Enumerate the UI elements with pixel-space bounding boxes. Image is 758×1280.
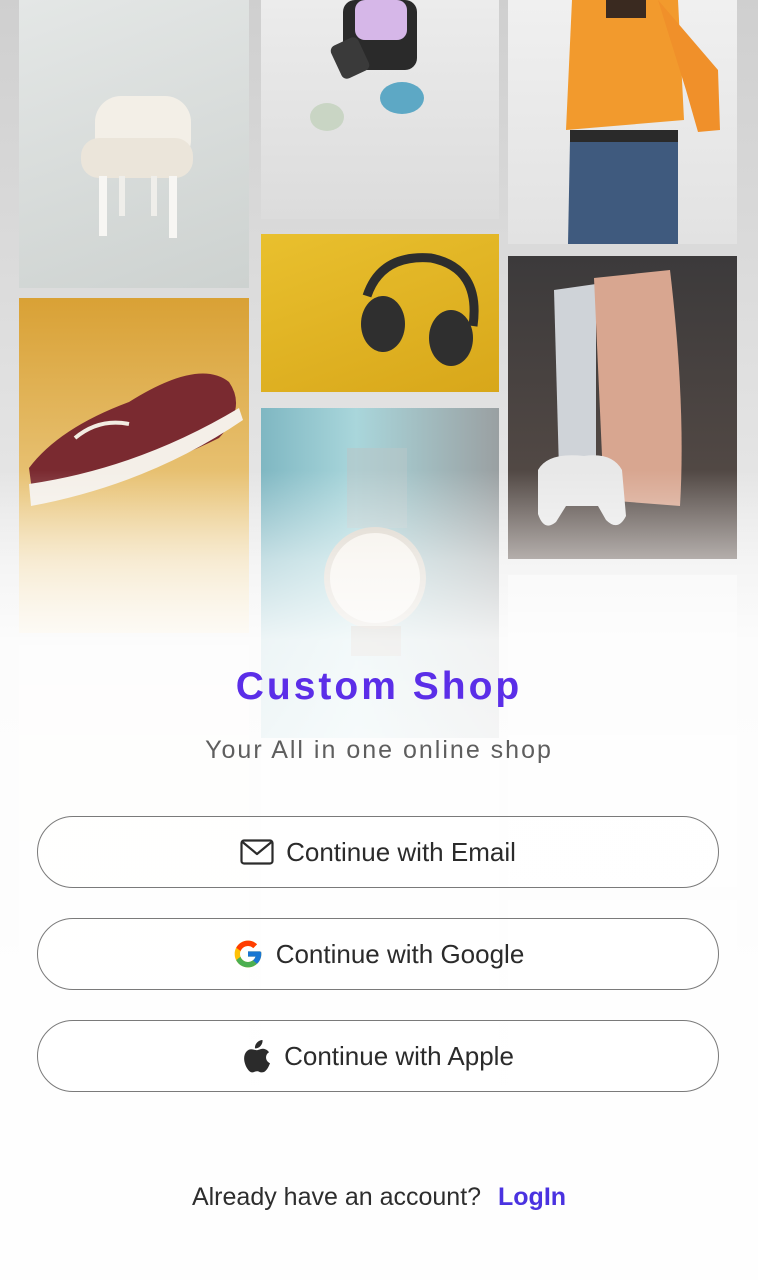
brand-title: Custom Shop [235,665,523,708]
continue-with-google-button[interactable]: Continue with Google [37,918,719,990]
continue-with-email-button[interactable]: Continue with Email [37,816,719,888]
continue-with-apple-button[interactable]: Continue with Apple [37,1020,719,1092]
apple-logo-icon [242,1039,272,1073]
continue-with-email-label: Continue with Email [286,836,516,867]
welcome-screen: Custom Shop Your All in one online shop … [0,0,758,1280]
continue-with-apple-label: Continue with Apple [284,1040,514,1071]
brand-tagline: Your All in one online shop [205,736,553,764]
already-have-account-text: Already have an account? [191,1183,482,1211]
login-prompt: Already have an account? LogIn [0,1183,758,1212]
continue-with-google-label: Continue with Google [275,938,525,969]
mail-icon [240,839,274,865]
login-link[interactable]: LogIn [498,1183,566,1211]
google-logo-icon [232,938,264,970]
